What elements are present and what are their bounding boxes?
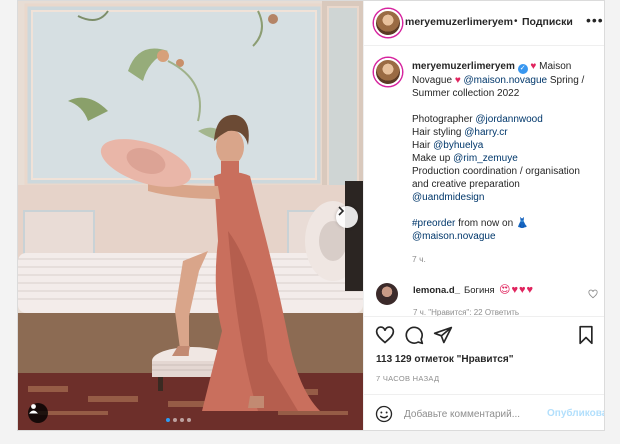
verified-badge-icon: ✓ xyxy=(517,64,528,74)
caption-timestamp[interactable]: 7 ч. xyxy=(412,254,426,264)
carousel-indicators xyxy=(166,418,191,422)
page-background: meryemuzerlimeryem • Подписки ••• meryem… xyxy=(0,0,620,444)
comment-input[interactable] xyxy=(404,406,544,422)
next-slide-button[interactable] xyxy=(336,206,358,228)
hairstyling-label: Hair styling xyxy=(412,127,462,138)
hair-label: Hair xyxy=(412,140,431,151)
brand-mention-link[interactable]: @maison.novague xyxy=(464,75,548,86)
makeup-label: Make up xyxy=(412,153,451,164)
heart-emoji: ♥ xyxy=(454,75,461,86)
caption-area: meryemuzerlimeryem ✓ ♥ Maison Novague ♥ … xyxy=(364,46,604,316)
comment-like-button[interactable] xyxy=(588,289,598,302)
post-caption: meryemuzerlimeryem ✓ ♥ Maison Novague ♥ … xyxy=(412,60,598,243)
comment-emojis: 😍♥♥♥ xyxy=(499,284,535,296)
post-side-panel: meryemuzerlimeryem • Подписки ••• meryem… xyxy=(363,1,604,430)
comment-button[interactable] xyxy=(404,325,424,350)
avatar[interactable] xyxy=(374,9,402,37)
post-header: meryemuzerlimeryem • Подписки ••• xyxy=(364,1,604,46)
post-timestamp[interactable]: 7 ЧАСОВ НАЗАД xyxy=(376,374,439,383)
production-text: Production coordination / organisation a… xyxy=(412,166,580,190)
dress-emoji: 👗 xyxy=(515,218,529,229)
header-separator: • xyxy=(514,16,518,27)
emoji-picker-button[interactable] xyxy=(375,405,393,428)
comment-text: Богиня xyxy=(464,285,495,296)
tagged-users-button[interactable] xyxy=(28,403,48,423)
header-username[interactable]: meryemuzerlimeryem xyxy=(405,16,513,28)
comment-item: lemona.d_ Богиня 😍♥♥♥ 7 ч. "Нравится": 2… xyxy=(364,279,604,317)
add-comment-bar: Опубликовать xyxy=(364,394,604,430)
more-options-button[interactable]: ••• xyxy=(586,12,604,28)
makeup-mention-link[interactable]: @rim_zemuye xyxy=(453,153,518,164)
following-button[interactable]: Подписки xyxy=(522,16,573,28)
photographer-mention-link[interactable]: @jordannwood xyxy=(475,114,542,125)
comment-icon xyxy=(405,326,424,345)
likes-count[interactable]: 113 129 отметок "Нравится" xyxy=(376,354,513,365)
heart-outline-icon xyxy=(375,326,395,344)
caption-avatar[interactable] xyxy=(374,58,402,86)
hairstyling-mention-link[interactable]: @harry.cr xyxy=(464,127,507,138)
production-mention-link[interactable]: @uandmidesign xyxy=(412,192,484,203)
instagram-post: meryemuzerlimeryem • Подписки ••• meryem… xyxy=(17,0,605,431)
publish-button[interactable]: Опубликовать xyxy=(547,408,604,419)
post-image xyxy=(18,1,363,430)
caption-username[interactable]: meryemuzerlimeryem xyxy=(412,61,515,72)
preorder-hashtag-link[interactable]: #preorder xyxy=(412,218,455,229)
commenter-avatar[interactable] xyxy=(376,283,398,305)
heart-outline-icon xyxy=(588,289,598,299)
post-photo[interactable] xyxy=(18,1,363,430)
carousel-dot xyxy=(187,418,191,422)
chevron-right-icon xyxy=(338,206,345,216)
bookmark-icon xyxy=(579,325,593,345)
carousel-dot xyxy=(166,418,170,422)
heart-emoji: ♥ xyxy=(530,61,537,72)
more-horizontal-icon: ••• xyxy=(586,12,604,28)
save-button[interactable] xyxy=(577,325,595,350)
send-icon xyxy=(433,326,453,344)
comment-username[interactable]: lemona.d_ xyxy=(413,285,460,296)
preorder-text: from now on xyxy=(458,218,514,229)
carousel-dot xyxy=(180,418,184,422)
share-button[interactable] xyxy=(433,325,453,350)
smiley-icon xyxy=(375,405,393,423)
hair-mention-link[interactable]: @byhuelya xyxy=(433,140,483,151)
photographer-label: Photographer xyxy=(412,114,473,125)
carousel-dot xyxy=(173,418,177,422)
shop-mention-link[interactable]: @maison.novague xyxy=(412,231,496,242)
like-button[interactable] xyxy=(375,325,395,350)
user-icon xyxy=(29,404,38,414)
